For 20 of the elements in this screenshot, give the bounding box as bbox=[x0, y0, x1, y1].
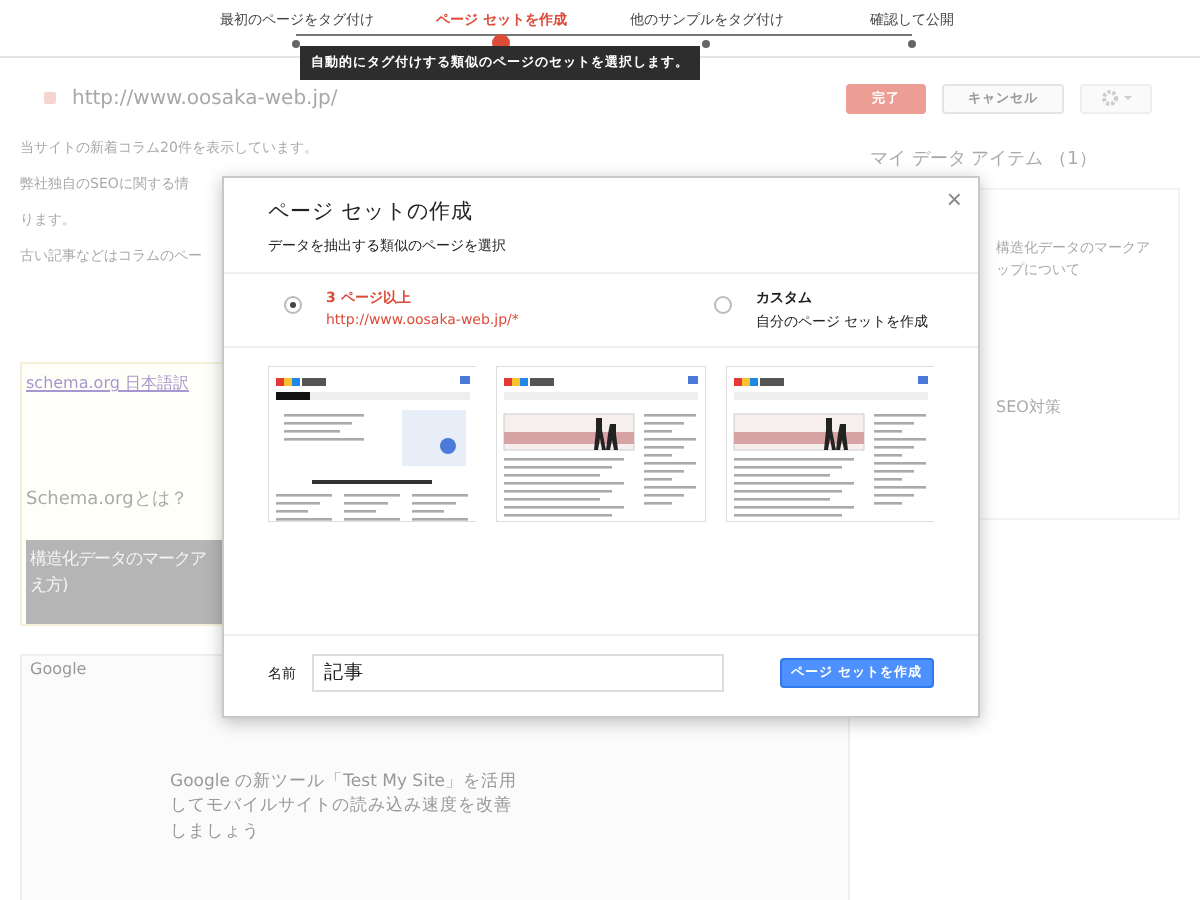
card-heading: Schema.orgとは？ bbox=[26, 488, 188, 512]
dialog-title: ページ セットの作成 bbox=[268, 198, 473, 226]
schema-link[interactable]: schema.org 日本語訳 bbox=[26, 372, 189, 394]
gear-icon bbox=[1100, 90, 1132, 106]
close-button[interactable]: × bbox=[946, 186, 962, 212]
favicon-icon bbox=[44, 92, 56, 104]
page-url: http://www.oosaka-web.jp/ bbox=[72, 87, 338, 109]
band-title: え方) bbox=[30, 574, 69, 596]
name-field[interactable]: 記事 bbox=[312, 654, 724, 692]
step-dot-icon bbox=[907, 40, 916, 48]
radio-button[interactable] bbox=[284, 296, 302, 314]
step-dot-icon bbox=[292, 40, 301, 48]
settings-button[interactable] bbox=[1080, 83, 1152, 113]
step-dot-icon bbox=[702, 40, 711, 48]
band-title: 構造化データのマークア bbox=[30, 548, 206, 570]
radio-button[interactable] bbox=[714, 296, 732, 314]
logo-text: Google bbox=[30, 660, 87, 678]
article-title: Google の新ツール「Test My Site」を活用してモバイルサイトの読み込み速度を改善しましょう bbox=[170, 770, 520, 844]
item-tag: SEO対策 bbox=[996, 396, 1061, 418]
sidebar-title: マイ データ アイテム （1） bbox=[870, 148, 1097, 172]
